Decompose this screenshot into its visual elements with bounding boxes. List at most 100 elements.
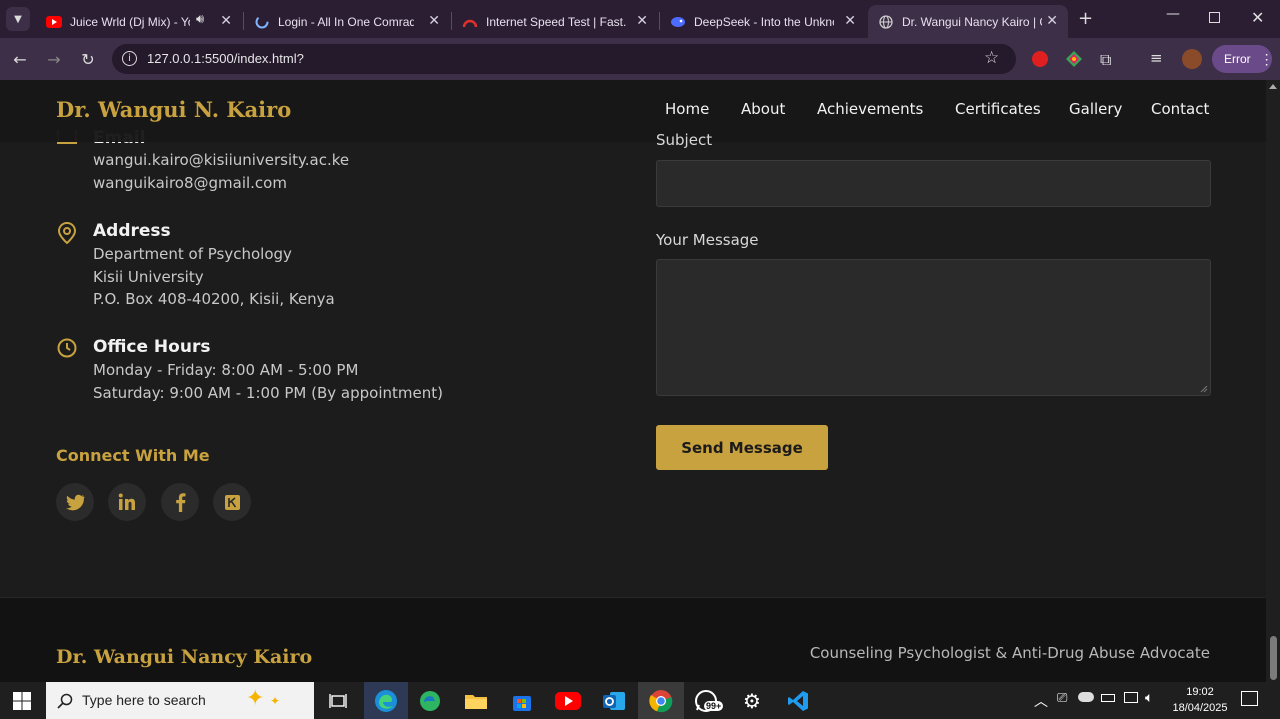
footer-tagline: Counseling Psychologist & Anti-Drug Abus… — [809, 644, 1210, 662]
close-tab-icon[interactable]: ✕ — [1046, 13, 1058, 29]
battery-icon[interactable] — [1101, 694, 1115, 702]
deepseek-icon — [670, 14, 686, 30]
system-clock[interactable]: 19:02 18/04/2025 — [1168, 684, 1232, 716]
subject-label: Subject — [656, 131, 713, 149]
nav-home[interactable]: Home — [665, 100, 709, 118]
close-window-button[interactable]: ✕ — [1251, 8, 1264, 27]
scrollbar-thumb[interactable] — [1270, 636, 1277, 680]
nav-contact[interactable]: Contact — [1151, 100, 1209, 118]
speedometer-icon — [462, 14, 478, 30]
resize-handle-icon[interactable] — [1200, 385, 1208, 393]
meet-now-icon[interactable]: ⎚ — [1057, 691, 1067, 706]
whatsapp-icon[interactable]: 99+ — [688, 685, 724, 717]
close-tab-icon[interactable]: ✕ — [844, 13, 856, 29]
profile-avatar[interactable] — [1182, 49, 1202, 69]
url-text: 127.0.0.1:5500/index.html? — [147, 51, 304, 66]
tab-login[interactable]: Login - All In One Comrade ✕ — [244, 5, 450, 38]
edge-icon[interactable] — [364, 682, 408, 719]
nav-achievements[interactable]: Achievements — [817, 100, 923, 118]
linkedin-icon[interactable] — [108, 483, 146, 521]
loading-icon — [254, 14, 270, 30]
notification-center-icon[interactable] — [1241, 691, 1258, 706]
forward-button[interactable]: → — [43, 48, 65, 70]
youtube-icon — [46, 14, 62, 30]
extensions-puzzle-icon[interactable]: ⧉ — [1100, 50, 1111, 70]
address-line: Kisii University — [93, 268, 204, 286]
extension-color-icon[interactable] — [1066, 51, 1082, 67]
address-bar[interactable]: i 127.0.0.1:5500/index.html? ☆ — [112, 44, 1016, 74]
site-info-icon[interactable]: i — [122, 51, 137, 66]
twitter-icon[interactable] — [56, 483, 94, 521]
google-scholar-icon[interactable] — [213, 483, 251, 521]
tab-fast[interactable]: Internet Speed Test | Fast.co ✕ — [452, 5, 658, 38]
extension-red-icon[interactable] — [1032, 51, 1048, 67]
network-icon[interactable] — [1124, 692, 1138, 703]
windows-start-icon[interactable] — [4, 685, 40, 717]
minimize-button[interactable]: — — [1166, 6, 1180, 22]
email-line[interactable]: wanguikairo8@gmail.com — [93, 174, 287, 192]
volume-icon[interactable]: 🔈︎ — [1145, 690, 1153, 706]
youtube-app-icon[interactable] — [550, 685, 586, 717]
close-tab-icon[interactable]: ✕ — [636, 13, 648, 29]
copilot-sparkle-icon: ✦ — [270, 694, 281, 708]
clock-time: 19:02 — [1186, 686, 1214, 698]
windows-taskbar: Type here to search ✦ ✦ 99+ ⚙ ︿ ⎚ 🔈︎ 19:… — [0, 682, 1280, 719]
send-message-button[interactable]: Send Message — [656, 425, 828, 470]
settings-gear-icon[interactable]: ⚙ — [734, 685, 770, 717]
nav-gallery[interactable]: Gallery — [1069, 100, 1122, 118]
site-navbar: Dr. Wangui N. Kairo Home About Achieveme… — [0, 80, 1266, 142]
address-line: P.O. Box 408-40200, Kisii, Kenya — [93, 290, 335, 308]
close-tab-icon[interactable]: ✕ — [428, 13, 440, 29]
chrome-icon[interactable] — [638, 682, 684, 719]
page-scrollbar[interactable] — [1266, 80, 1280, 682]
vscode-icon[interactable] — [780, 685, 816, 717]
clock-icon — [57, 338, 77, 362]
nav-about[interactable]: About — [741, 100, 785, 118]
speaker-icon: 🔊︎ — [196, 12, 205, 27]
location-pin-icon — [57, 221, 77, 248]
task-view-icon[interactable] — [320, 685, 356, 717]
hours-line: Monday - Friday: 8:00 AM - 5:00 PM — [93, 361, 359, 379]
error-button[interactable]: Error ⋮ — [1212, 45, 1274, 73]
bookmark-star-icon[interactable]: ☆ — [984, 48, 999, 68]
scroll-up-arrow-icon[interactable] — [1269, 84, 1277, 89]
edge-beta-icon[interactable] — [412, 685, 448, 717]
notification-badge: 99+ — [704, 701, 724, 711]
email-line[interactable]: wangui.kairo@kisiiuniversity.ac.ke — [93, 151, 349, 169]
chevron-up-icon[interactable]: ︿ — [1034, 691, 1048, 711]
connect-heading: Connect With Me — [56, 446, 210, 465]
file-explorer-icon[interactable] — [458, 685, 494, 717]
site-footer: Dr. Wangui Nancy Kairo Counseling Psycho… — [0, 597, 1266, 682]
tab-search-button[interactable]: ▼ — [6, 7, 30, 31]
browser-tab-bar: ▼ Juice Wrld (Dj Mix) - You 🔊︎ ✕ Login -… — [0, 0, 1280, 38]
address-heading: Address — [93, 221, 171, 241]
back-button[interactable]: ← — [9, 48, 31, 70]
taskbar-search-box[interactable]: Type here to search ✦ ✦ — [46, 682, 314, 719]
tab-youtube[interactable]: Juice Wrld (Dj Mix) - You 🔊︎ ✕ — [36, 5, 242, 38]
site-brand[interactable]: Dr. Wangui N. Kairo — [56, 97, 291, 122]
microsoft-store-icon[interactable] — [504, 685, 540, 717]
outlook-icon[interactable] — [596, 685, 632, 717]
media-queue-icon[interactable]: ≡ — [1150, 49, 1163, 67]
clock-date: 18/04/2025 — [1172, 702, 1228, 714]
restore-button[interactable] — [1209, 12, 1220, 23]
hours-line: Saturday: 9:00 AM - 1:00 PM (By appointm… — [93, 384, 443, 402]
message-textarea[interactable] — [656, 259, 1211, 396]
menu-kebab-icon: ⋮ — [1259, 50, 1274, 67]
close-tab-icon[interactable]: ✕ — [220, 13, 232, 29]
nav-certificates[interactable]: Certificates — [955, 100, 1041, 118]
copilot-sparkle-icon: ✦ — [246, 686, 265, 711]
subject-input[interactable] — [656, 160, 1211, 207]
address-line: Department of Psychology — [93, 245, 292, 263]
search-icon — [57, 693, 73, 709]
globe-icon — [878, 14, 894, 30]
footer-brand: Dr. Wangui Nancy Kairo — [56, 646, 313, 668]
reload-button[interactable]: ↻ — [77, 48, 99, 70]
tab-deepseek[interactable]: DeepSeek - Into the Unknow ✕ — [660, 5, 866, 38]
facebook-icon[interactable] — [161, 483, 199, 521]
new-tab-button[interactable]: + — [1078, 8, 1093, 29]
search-placeholder: Type here to search — [82, 692, 206, 708]
message-label: Your Message — [656, 231, 759, 249]
tab-kairo-active[interactable]: Dr. Wangui Nancy Kairo | Co ✕ — [868, 5, 1068, 38]
onedrive-icon[interactable] — [1078, 692, 1094, 702]
